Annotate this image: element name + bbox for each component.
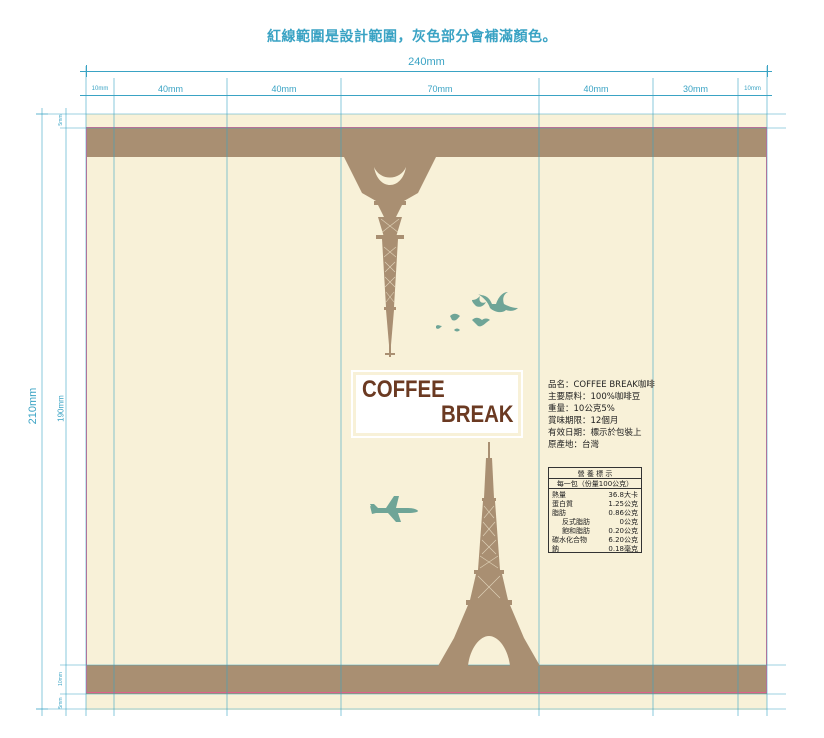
product-info-line: 原產地：台灣 <box>548 440 600 450</box>
airplane-icon <box>370 496 418 522</box>
nutrition-name: 鈉 <box>552 545 559 553</box>
bird-icon <box>436 292 518 332</box>
product-info-line: 有效日期：標示於包裝上 <box>548 428 642 438</box>
logo-text-break: BREAK <box>441 401 514 428</box>
nutrition-value: 0.18毫克 <box>608 545 638 553</box>
product-info-line: 品名：COFFEE BREAK咖啡 <box>548 380 655 390</box>
nutrition-row: 碳水化合物 6.20公克 <box>552 535 638 544</box>
nutrition-row: 脂肪 0.86公克 <box>552 508 638 517</box>
nutrition-divider <box>549 488 641 489</box>
product-info-line: 重量：10公克5% <box>548 404 615 414</box>
guide-lines <box>36 66 786 716</box>
product-info-line: 主要原料：100%咖啡豆 <box>548 392 641 402</box>
nutrition-row: 反式脂肪 0公克 <box>552 517 638 526</box>
nutrition-row: 鈉 0.18毫克 <box>552 544 638 553</box>
nutrition-table: 營 養 標 示 每一包（份量100公克） 熱量 36.8大卡 蛋白質 1.25公… <box>548 467 642 553</box>
logo-text-coffee: COFFEE <box>362 376 445 403</box>
eiffel-tower-icon <box>438 442 540 666</box>
nutrition-row: 飽和脂肪 0.20公克 <box>552 526 638 535</box>
eiffel-tower-icon <box>344 157 436 357</box>
product-info-line: 賞味期限：12個月 <box>548 416 619 426</box>
nutrition-row: 蛋白質 1.25公克 <box>552 499 638 508</box>
nutrition-row: 熱量 36.8大卡 <box>552 490 638 499</box>
